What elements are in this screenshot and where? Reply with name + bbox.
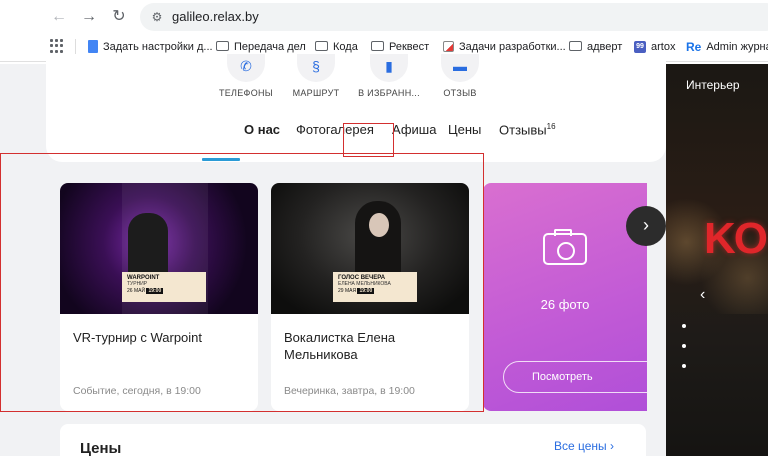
artox-icon: 99 <box>634 41 646 54</box>
bookmark-item[interactable]: ReAdmin журнал <box>686 38 768 56</box>
reload-icon[interactable]: ↻ <box>108 6 130 28</box>
apps-grid-icon[interactable] <box>50 39 64 53</box>
view-photos-button[interactable]: Посмотреть <box>503 361 647 393</box>
folder-icon <box>569 41 582 52</box>
camera-icon <box>543 229 587 265</box>
url-text: galileo.relax.by <box>172 9 259 24</box>
folder-icon <box>216 41 229 52</box>
photo-gallery-card[interactable]: 26 фото Посмотреть <box>483 183 647 411</box>
forward-arrow-icon[interactable]: → <box>78 6 100 28</box>
browser-nav-row: ← → ↻ ⚙ galileo.relax.by <box>0 0 768 32</box>
chevron-right-icon[interactable]: › <box>626 206 666 246</box>
bookmarks-divider <box>75 39 76 55</box>
site-info-icon[interactable]: ⚙ <box>148 8 166 26</box>
back-arrow-icon[interactable]: ← <box>48 6 70 28</box>
task-icon <box>443 40 454 52</box>
google-docs-icon <box>88 39 98 53</box>
photo-count: 26 фото <box>540 297 590 312</box>
address-bar[interactable]: ⚙ galileo.relax.by <box>140 3 768 31</box>
prices-title: Цены <box>80 440 122 456</box>
all-prices-link[interactable]: Все цены › <box>554 439 614 453</box>
re-icon: Re <box>686 40 702 55</box>
chevron-right-icon: › <box>610 439 615 453</box>
prices-section: Цены Все цены › <box>60 424 646 456</box>
folder-icon <box>315 41 328 52</box>
folder-icon <box>371 41 384 52</box>
events-highlight-box <box>0 153 484 412</box>
